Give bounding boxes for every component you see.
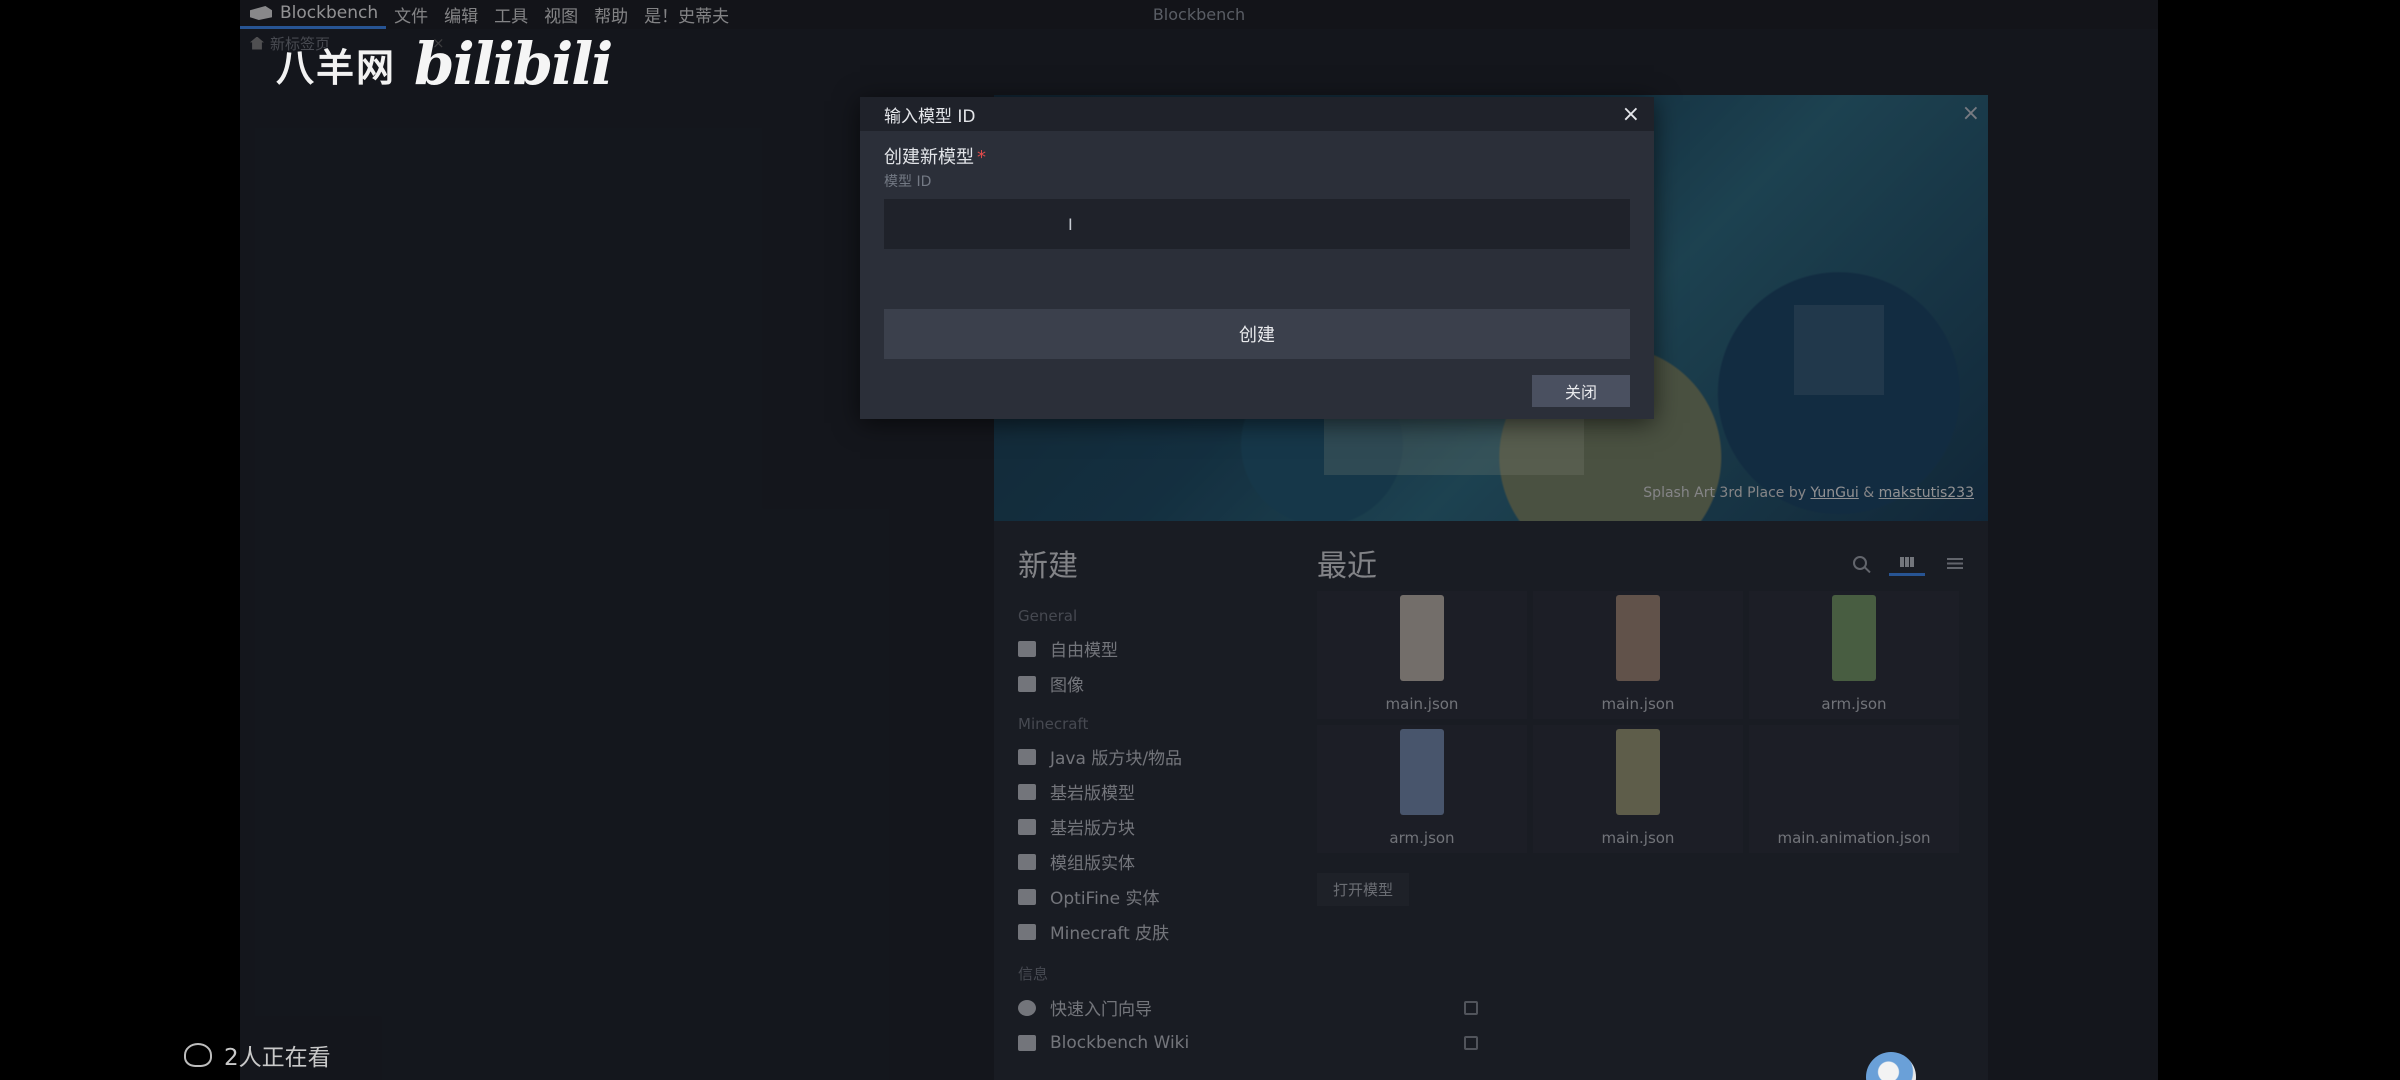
text-cursor-icon: I xyxy=(1068,215,1073,234)
viewer-count-text: 2人正在看 xyxy=(224,1045,331,1071)
field-label: 创建新模型 * xyxy=(884,143,1630,169)
dialog-header: 输入模型 ID × xyxy=(860,97,1654,131)
field-label-text: 创建新模型 xyxy=(884,147,974,168)
create-button[interactable]: 创建 xyxy=(884,309,1630,359)
bilibili-logo: bilibili xyxy=(414,30,613,98)
dialog-close-icon[interactable]: × xyxy=(1622,102,1640,127)
required-mark: * xyxy=(977,147,986,168)
people-icon xyxy=(184,1043,212,1067)
app-window: Blockbench 文件 编辑 工具 视图 帮助 是！史蒂夫 Blockben… xyxy=(240,0,2158,1080)
model-id-input[interactable] xyxy=(884,199,1630,249)
field-sublabel: 模型 ID xyxy=(884,174,932,190)
viewer-count: 2人正在看 xyxy=(184,1038,331,1072)
dialog-body: 创建新模型 * 模型 ID I 创建 xyxy=(860,131,1654,359)
video-watermark: 八羊网 bilibili xyxy=(276,30,613,98)
dialog-title: 输入模型 ID xyxy=(884,106,976,127)
close-button[interactable]: 关闭 xyxy=(1532,375,1630,407)
model-id-dialog: 输入模型 ID × 创建新模型 * 模型 ID I 创建 关闭 xyxy=(860,97,1654,419)
watermark-text: 八羊网 xyxy=(276,45,397,90)
